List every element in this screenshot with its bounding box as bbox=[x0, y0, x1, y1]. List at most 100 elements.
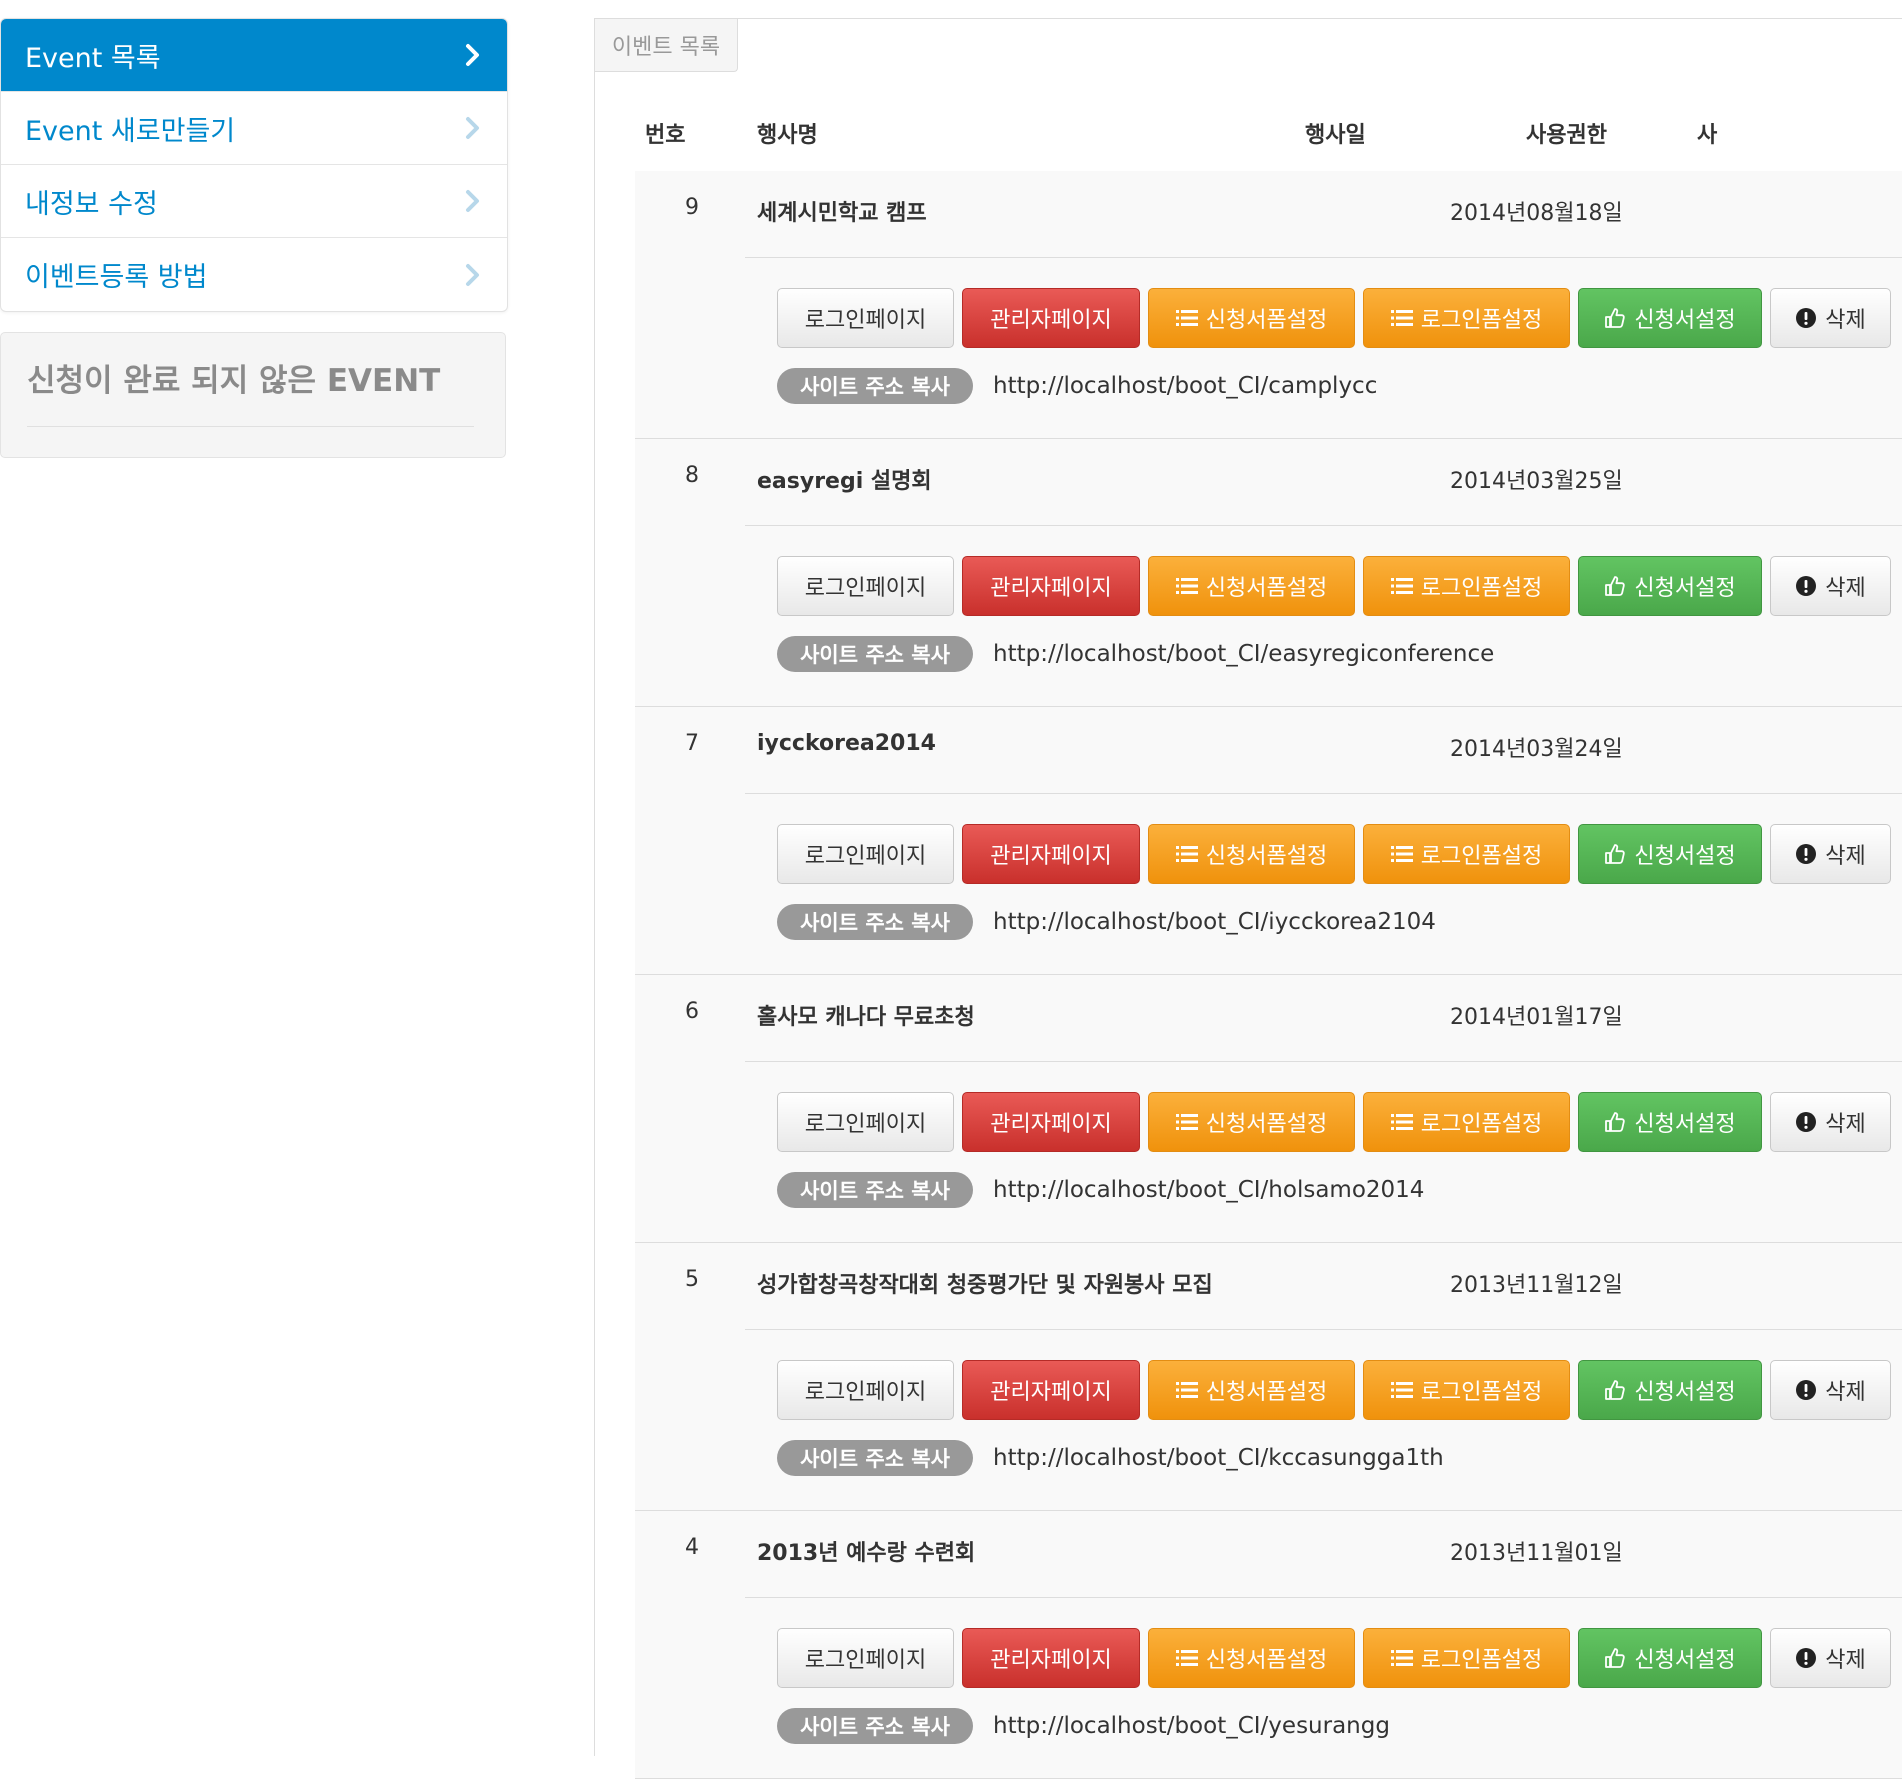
application-setting-button-label: 신청서설정 bbox=[1634, 576, 1736, 601]
event-actions: 로그인페이지 관리자페이지 신청서폼설정 로그인폼설정 신청서설정 삭제 사이트… bbox=[745, 1329, 1902, 1510]
list-icon bbox=[1175, 846, 1198, 862]
copy-url-button[interactable]: 사이트 주소 복사 bbox=[777, 368, 973, 404]
table-row: 8 easyregi 설명회 2014년03월25일 로그인페이지 관리자페이지… bbox=[635, 439, 1902, 707]
form-setting-button[interactable]: 신청서폼설정 bbox=[1148, 824, 1355, 884]
login-page-button[interactable]: 로그인페이지 bbox=[777, 1092, 954, 1152]
thumbs-up-icon bbox=[1605, 576, 1626, 596]
copy-url-button[interactable]: 사이트 주소 복사 bbox=[777, 1172, 973, 1208]
login-form-setting-button[interactable]: 로그인폼설정 bbox=[1363, 288, 1570, 348]
exclamation-circle-icon bbox=[1796, 1648, 1817, 1668]
login-page-button[interactable]: 로그인페이지 bbox=[777, 1628, 954, 1688]
event-name: easyregi 설명회 bbox=[757, 469, 932, 494]
site-url-line: 사이트 주소 복사 http://localhost/boot_CI/easyr… bbox=[777, 636, 1494, 672]
column-header-date: 행사일 bbox=[1305, 123, 1366, 148]
delete-button[interactable]: 삭제 bbox=[1770, 1360, 1891, 1420]
exclamation-circle-icon bbox=[1796, 1380, 1817, 1400]
site-url: http://localhost/boot_CI/iycckorea2104 bbox=[993, 909, 1436, 935]
delete-button[interactable]: 삭제 bbox=[1770, 1628, 1891, 1688]
login-form-setting-button[interactable]: 로그인폼설정 bbox=[1363, 824, 1570, 884]
admin-page-button-label: 관리자페이지 bbox=[990, 1380, 1112, 1405]
column-header-no: 번호 bbox=[645, 123, 686, 148]
copy-url-button[interactable]: 사이트 주소 복사 bbox=[777, 904, 973, 940]
form-setting-button[interactable]: 신청서폼설정 bbox=[1148, 1628, 1355, 1688]
event-name: 2013년 예수랑 수련회 bbox=[757, 1541, 976, 1566]
login-form-setting-button[interactable]: 로그인폼설정 bbox=[1363, 1360, 1570, 1420]
list-icon bbox=[1175, 1650, 1198, 1666]
sidebar-item-new-event[interactable]: Event 새로만들기 bbox=[1, 92, 507, 165]
list-icon bbox=[1390, 1114, 1413, 1130]
delete-button-label: 삭제 bbox=[1825, 1648, 1866, 1673]
form-setting-button[interactable]: 신청서폼설정 bbox=[1148, 1092, 1355, 1152]
site-url-line: 사이트 주소 복사 http://localhost/boot_CI/iycck… bbox=[777, 904, 1436, 940]
sidebar-item-edit-profile[interactable]: 내정보 수정 bbox=[1, 165, 507, 238]
login-page-button[interactable]: 로그인페이지 bbox=[777, 288, 954, 348]
site-url: http://localhost/boot_CI/kccasungga1th bbox=[993, 1445, 1444, 1471]
delete-button[interactable]: 삭제 bbox=[1770, 824, 1891, 884]
sidebar-item-label: 내정보 수정 bbox=[25, 188, 158, 220]
application-setting-button[interactable]: 신청서설정 bbox=[1578, 288, 1762, 348]
delete-button[interactable]: 삭제 bbox=[1770, 288, 1891, 348]
chevron-right-icon bbox=[466, 263, 479, 286]
column-header-permission: 사용권한 bbox=[1526, 123, 1607, 148]
admin-page-button-label: 관리자페이지 bbox=[990, 576, 1112, 601]
login-form-setting-button[interactable]: 로그인폼설정 bbox=[1363, 556, 1570, 616]
form-setting-button[interactable]: 신청서폼설정 bbox=[1148, 556, 1355, 616]
login-page-button-label: 로그인페이지 bbox=[804, 844, 927, 869]
admin-page-button-label: 관리자페이지 bbox=[990, 844, 1112, 869]
panel-tab-event-list: 이벤트 목록 bbox=[595, 19, 738, 72]
site-url-line: 사이트 주소 복사 http://localhost/boot_CI/yesur… bbox=[777, 1708, 1390, 1744]
login-form-setting-button-label: 로그인폼설정 bbox=[1420, 1648, 1543, 1673]
event-date: 2013년11월01일 bbox=[1450, 1541, 1623, 1566]
site-url-line: 사이트 주소 복사 http://localhost/boot_CI/holsa… bbox=[777, 1172, 1424, 1208]
application-setting-button[interactable]: 신청서설정 bbox=[1578, 1092, 1762, 1152]
admin-page-button[interactable]: 관리자페이지 bbox=[962, 556, 1140, 616]
delete-button-label: 삭제 bbox=[1825, 1380, 1866, 1405]
application-setting-button[interactable]: 신청서설정 bbox=[1578, 1628, 1762, 1688]
site-url: http://localhost/boot_CI/holsamo2014 bbox=[993, 1177, 1425, 1203]
sidebar-item-how-to-register[interactable]: 이벤트등록 방법 bbox=[1, 238, 507, 311]
site-url: http://localhost/boot_CI/easyregiconfere… bbox=[993, 641, 1495, 667]
copy-url-button[interactable]: 사이트 주소 복사 bbox=[777, 1708, 973, 1744]
login-form-setting-button-label: 로그인폼설정 bbox=[1420, 576, 1543, 601]
admin-page-button[interactable]: 관리자페이지 bbox=[962, 288, 1140, 348]
delete-button-label: 삭제 bbox=[1825, 844, 1866, 869]
incomplete-events-box: 신청이 완료 되지 않은 EVENT bbox=[0, 332, 506, 458]
copy-url-button[interactable]: 사이트 주소 복사 bbox=[777, 1440, 973, 1476]
list-icon bbox=[1175, 578, 1198, 594]
event-name: 세계시민학교 캠프 bbox=[757, 201, 927, 226]
copy-url-button[interactable]: 사이트 주소 복사 bbox=[777, 636, 973, 672]
login-form-setting-button-label: 로그인폼설정 bbox=[1420, 308, 1543, 333]
admin-page-button-label: 관리자페이지 bbox=[990, 308, 1112, 333]
thumbs-up-icon bbox=[1605, 1112, 1626, 1132]
table-row: 5 성가합창곡창작대회 청중평가단 및 자원봉사 모집 2013년11월12일 … bbox=[635, 1243, 1902, 1511]
application-setting-button[interactable]: 신청서설정 bbox=[1578, 824, 1762, 884]
login-page-button[interactable]: 로그인페이지 bbox=[777, 1360, 954, 1420]
event-list-panel: 이벤트 목록 번호 행사명 행사일 사용권한 사 9 세계시민학교 캠프 201… bbox=[594, 18, 1902, 1779]
form-setting-button-label: 신청서폼설정 bbox=[1205, 1380, 1328, 1405]
event-number: 4 bbox=[685, 1535, 699, 1560]
login-page-button-label: 로그인페이지 bbox=[804, 1648, 927, 1673]
event-name: iycckorea2014 bbox=[757, 731, 936, 756]
admin-page-button-label: 관리자페이지 bbox=[990, 1112, 1112, 1137]
delete-button[interactable]: 삭제 bbox=[1770, 556, 1891, 616]
form-setting-button[interactable]: 신청서폼설정 bbox=[1148, 288, 1355, 348]
thumbs-up-icon bbox=[1605, 1648, 1626, 1668]
login-form-setting-button[interactable]: 로그인폼설정 bbox=[1363, 1092, 1570, 1152]
login-form-setting-button[interactable]: 로그인폼설정 bbox=[1363, 1628, 1570, 1688]
application-setting-button[interactable]: 신청서설정 bbox=[1578, 556, 1762, 616]
exclamation-circle-icon bbox=[1796, 844, 1817, 864]
login-page-button[interactable]: 로그인페이지 bbox=[777, 824, 954, 884]
form-setting-button[interactable]: 신청서폼설정 bbox=[1148, 1360, 1355, 1420]
admin-page-button[interactable]: 관리자페이지 bbox=[962, 1092, 1140, 1152]
login-page-button[interactable]: 로그인페이지 bbox=[777, 556, 954, 616]
application-setting-button[interactable]: 신청서설정 bbox=[1578, 1360, 1762, 1420]
sidebar-item-label: Event 목록 bbox=[25, 42, 161, 74]
list-icon bbox=[1390, 310, 1413, 326]
sidebar-item-event-list[interactable]: Event 목록 bbox=[1, 19, 507, 92]
admin-page-button[interactable]: 관리자페이지 bbox=[962, 824, 1140, 884]
event-number: 5 bbox=[685, 1267, 699, 1292]
login-form-setting-button-label: 로그인폼설정 bbox=[1420, 1380, 1543, 1405]
delete-button[interactable]: 삭제 bbox=[1770, 1092, 1891, 1152]
admin-page-button[interactable]: 관리자페이지 bbox=[962, 1628, 1140, 1688]
admin-page-button[interactable]: 관리자페이지 bbox=[962, 1360, 1140, 1420]
